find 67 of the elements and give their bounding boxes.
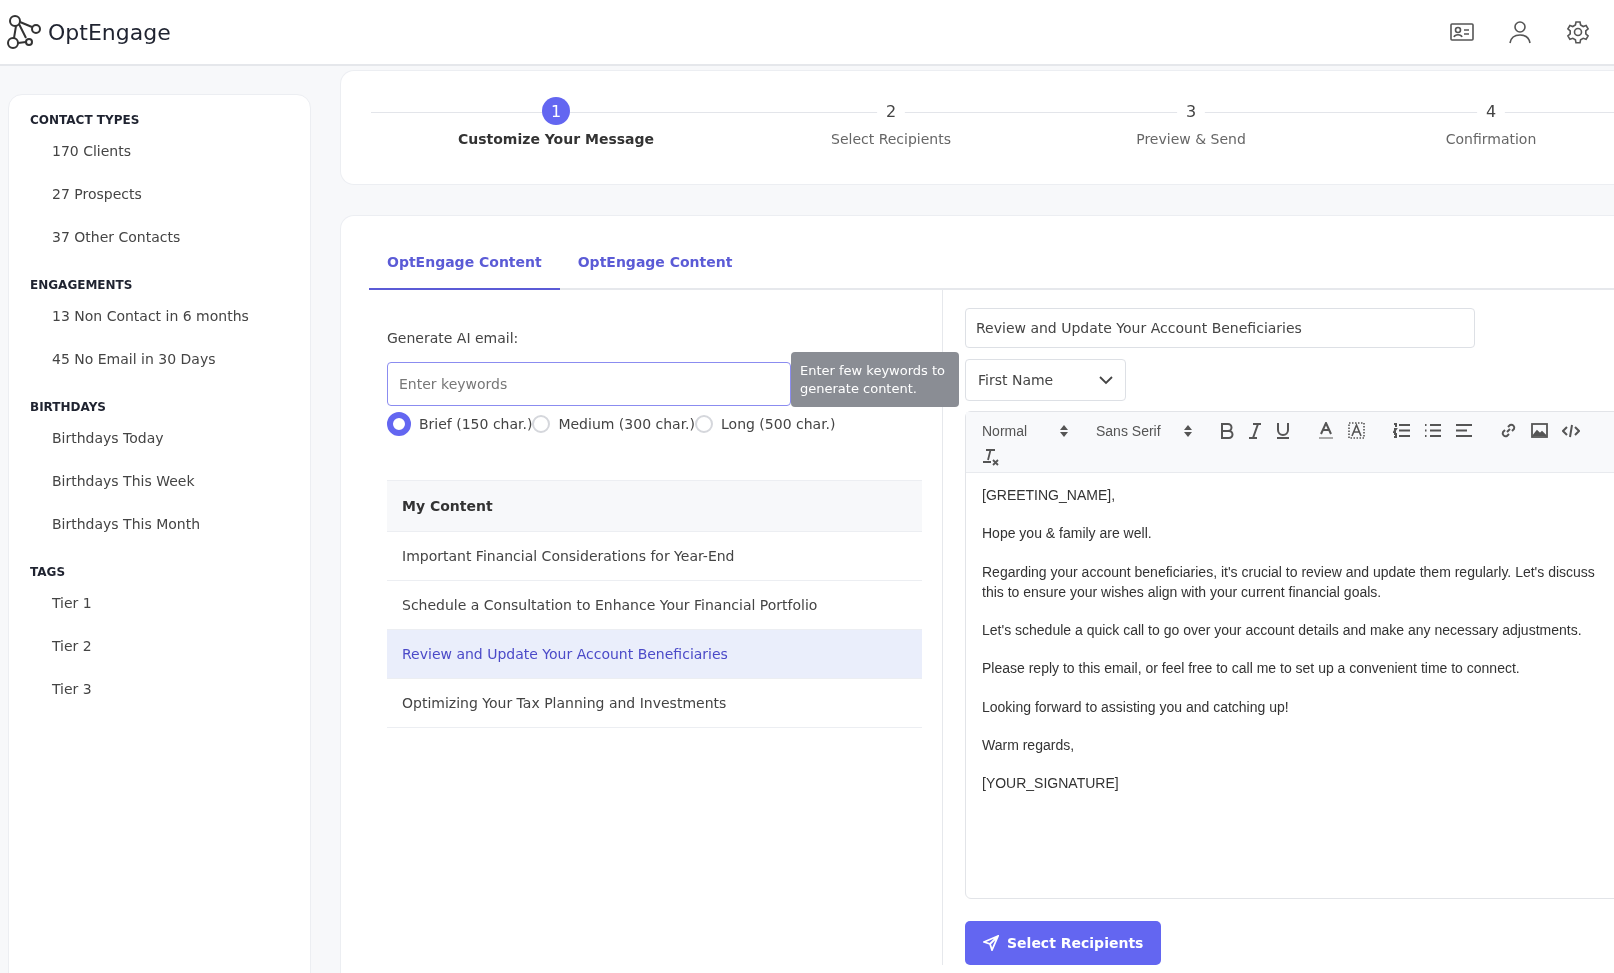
text-color-icon[interactable] [1318,422,1334,439]
up-down-icon [1184,424,1192,437]
image-icon[interactable] [1531,423,1548,438]
sidebar-item[interactable]: Tier 3 [30,681,310,724]
radio-label: Medium (300 char.) [558,416,696,432]
section-heading: CONTACT TYPES [30,113,141,127]
step-label: Customize Your Message [457,131,655,147]
merge-field-dropdown[interactable]: First Name [965,359,1126,401]
email-paragraph: Looking forward to assisting you and catching up! [982,697,1290,717]
tooltip: Enter few keywords to generate content. [791,352,959,408]
email-paragraph: Please reply to this email, or feel free to call me to set up a convenient time to connect. [982,659,1521,679]
bullet-list-icon[interactable] [1424,423,1441,438]
send-icon [983,935,999,951]
sidebar-item[interactable]: Birthdays Today [30,430,310,473]
step-number[interactable]: 1 [542,97,570,125]
section-heading: ENGAGEMENTS [30,278,134,292]
radio-label: Brief (150 char.) [419,416,533,432]
chevron-down-icon [1099,375,1113,385]
sidebar-item[interactable]: 27 Prospects [30,186,310,229]
tab[interactable]: OptEngage Content [559,246,751,288]
app-name: OptEngage [48,19,171,45]
user-icon[interactable] [1508,20,1532,44]
section-heading: TAGS [30,565,67,579]
sidebar-item[interactable]: 170 Clients [30,143,310,186]
contact-card-icon[interactable] [1450,22,1474,42]
step-label: Select Recipients [831,131,951,147]
up-down-icon [1060,424,1068,437]
sidebar-item[interactable]: 13 Non Contact in 6 months [30,308,310,351]
content-list-item[interactable]: Optimizing Your Tax Planning and Investments [387,679,922,728]
field-label: Generate AI email: [387,330,520,346]
list-header: My Content [387,480,922,532]
bold-icon[interactable] [1220,422,1234,439]
email-paragraph: [YOUR_SIGNATURE] [982,774,1120,794]
email-paragraph: [GREETING_NAME], [982,486,1117,505]
email-paragraph: Warm regards, [982,736,1076,756]
email-paragraph: Hope you & family are well. [982,524,1153,544]
size-select[interactable]: Normal [982,422,1068,439]
highlight-icon[interactable] [1348,422,1365,439]
radio-button[interactable] [387,412,411,436]
sidebar-item[interactable]: 45 No Email in 30 Days [30,351,310,394]
subject-field[interactable]: Review and Update Your Account Beneficiaries [965,308,1475,348]
sidebar-item[interactable]: Tier 1 [30,595,310,638]
code-icon[interactable] [1562,423,1580,438]
logo-icon [6,14,42,50]
content-list-item[interactable]: Review and Update Your Account Beneficiaries [387,630,922,679]
keywords-field[interactable]: Enter keywords [387,362,791,406]
link-icon[interactable] [1500,422,1517,439]
sidebar-item[interactable]: Birthdays This Week [30,473,310,516]
underline-icon[interactable] [1276,422,1290,439]
sidebar-item[interactable]: Tier 2 [30,638,310,681]
section-heading: BIRTHDAYS [30,400,107,414]
radio-label: Long (500 char.) [721,416,836,432]
select-recipients-button[interactable]: Select Recipients [965,921,1162,965]
sidebar-item[interactable]: Birthdays This Month [30,516,310,559]
email-paragraph: Regarding your account beneficiaries, it's crucial to review and update them regularly. Let's discuss this to ensure your wishes align with your current financial goals. [982,562,1596,602]
settings-icon[interactable] [1566,20,1590,44]
tab[interactable]: OptEngage Content [369,246,560,290]
step-label: Confirmation [1445,131,1537,147]
clear-format-icon[interactable] [982,449,999,466]
step-label: Preview & Send [1136,131,1246,147]
font-select[interactable]: Sans Serif [1096,422,1192,439]
sidebar-item[interactable]: 37 Other Contacts [30,229,310,272]
numbered-list-icon[interactable] [1393,423,1410,438]
align-left-icon[interactable] [1455,423,1472,438]
italic-icon[interactable] [1248,422,1262,439]
email-paragraph: Let's schedule a quick call to go over your account details and make any necessary adjustments. [982,621,1583,641]
content-list-item[interactable]: Important Financial Considerations for Year-End [387,532,922,581]
